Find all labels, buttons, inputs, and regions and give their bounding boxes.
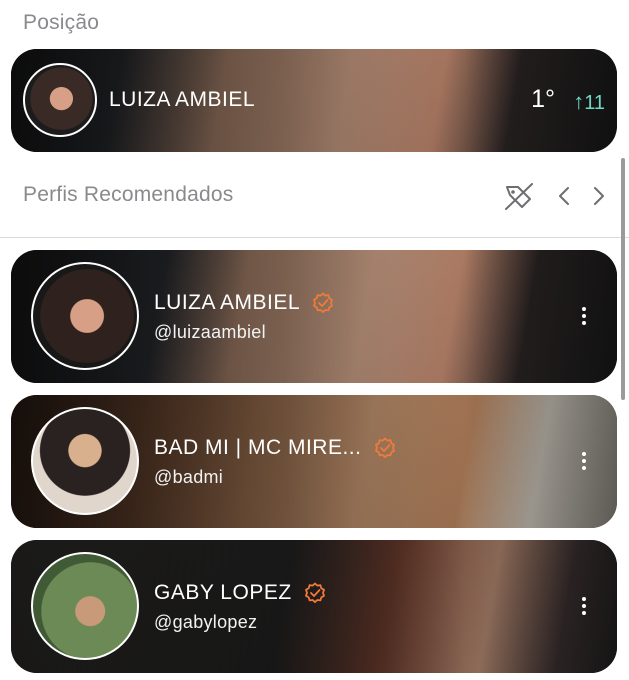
profile-name: BAD MI | MC MIRE... [154, 436, 396, 460]
ranking-name: LUIZA AMBIEL [109, 88, 256, 111]
tag-off-icon[interactable] [500, 178, 538, 214]
position-section-title: Posição [23, 11, 100, 34]
profile-handle: @gabylopez [154, 612, 258, 632]
profile-handle: @badmi [154, 467, 224, 487]
recommended-section-title: Perfis Recomendados [23, 183, 234, 206]
more-options-icon[interactable] [581, 307, 587, 328]
verified-badge-icon [305, 583, 325, 604]
avatar[interactable] [23, 63, 97, 137]
divider [0, 237, 629, 238]
verified-badge-icon [374, 438, 395, 459]
ranking-position: 1° [531, 85, 555, 113]
profile-handle: @luizaambiel [154, 322, 266, 342]
avatar[interactable] [31, 262, 139, 370]
more-options-icon[interactable] [581, 452, 587, 473]
ranking-change-value: 11 [584, 92, 605, 114]
chevron-right-icon[interactable] [588, 178, 610, 214]
profile-name: LUIZA AMBIEL [154, 291, 334, 315]
profile-card[interactable]: LUIZA AMBIEL @luizaambiel [11, 250, 617, 383]
profile-card[interactable]: GABY LOPEZ @gabylopez [11, 540, 617, 673]
verified-badge-icon [312, 293, 333, 314]
avatar[interactable] [31, 552, 139, 660]
ranking-change: ↑11 [573, 89, 605, 115]
ranking-card[interactable]: LUIZA AMBIEL 1° ↑11 [11, 49, 617, 152]
chevron-left-icon[interactable] [553, 178, 575, 214]
profile-name: GABY LOPEZ [154, 581, 326, 605]
more-options-icon[interactable] [581, 597, 587, 618]
profile-card[interactable]: BAD MI | MC MIRE... @badmi [11, 395, 617, 528]
arrow-up-icon: ↑ [573, 89, 585, 114]
scrollbar[interactable] [621, 158, 625, 400]
avatar[interactable] [31, 407, 139, 515]
